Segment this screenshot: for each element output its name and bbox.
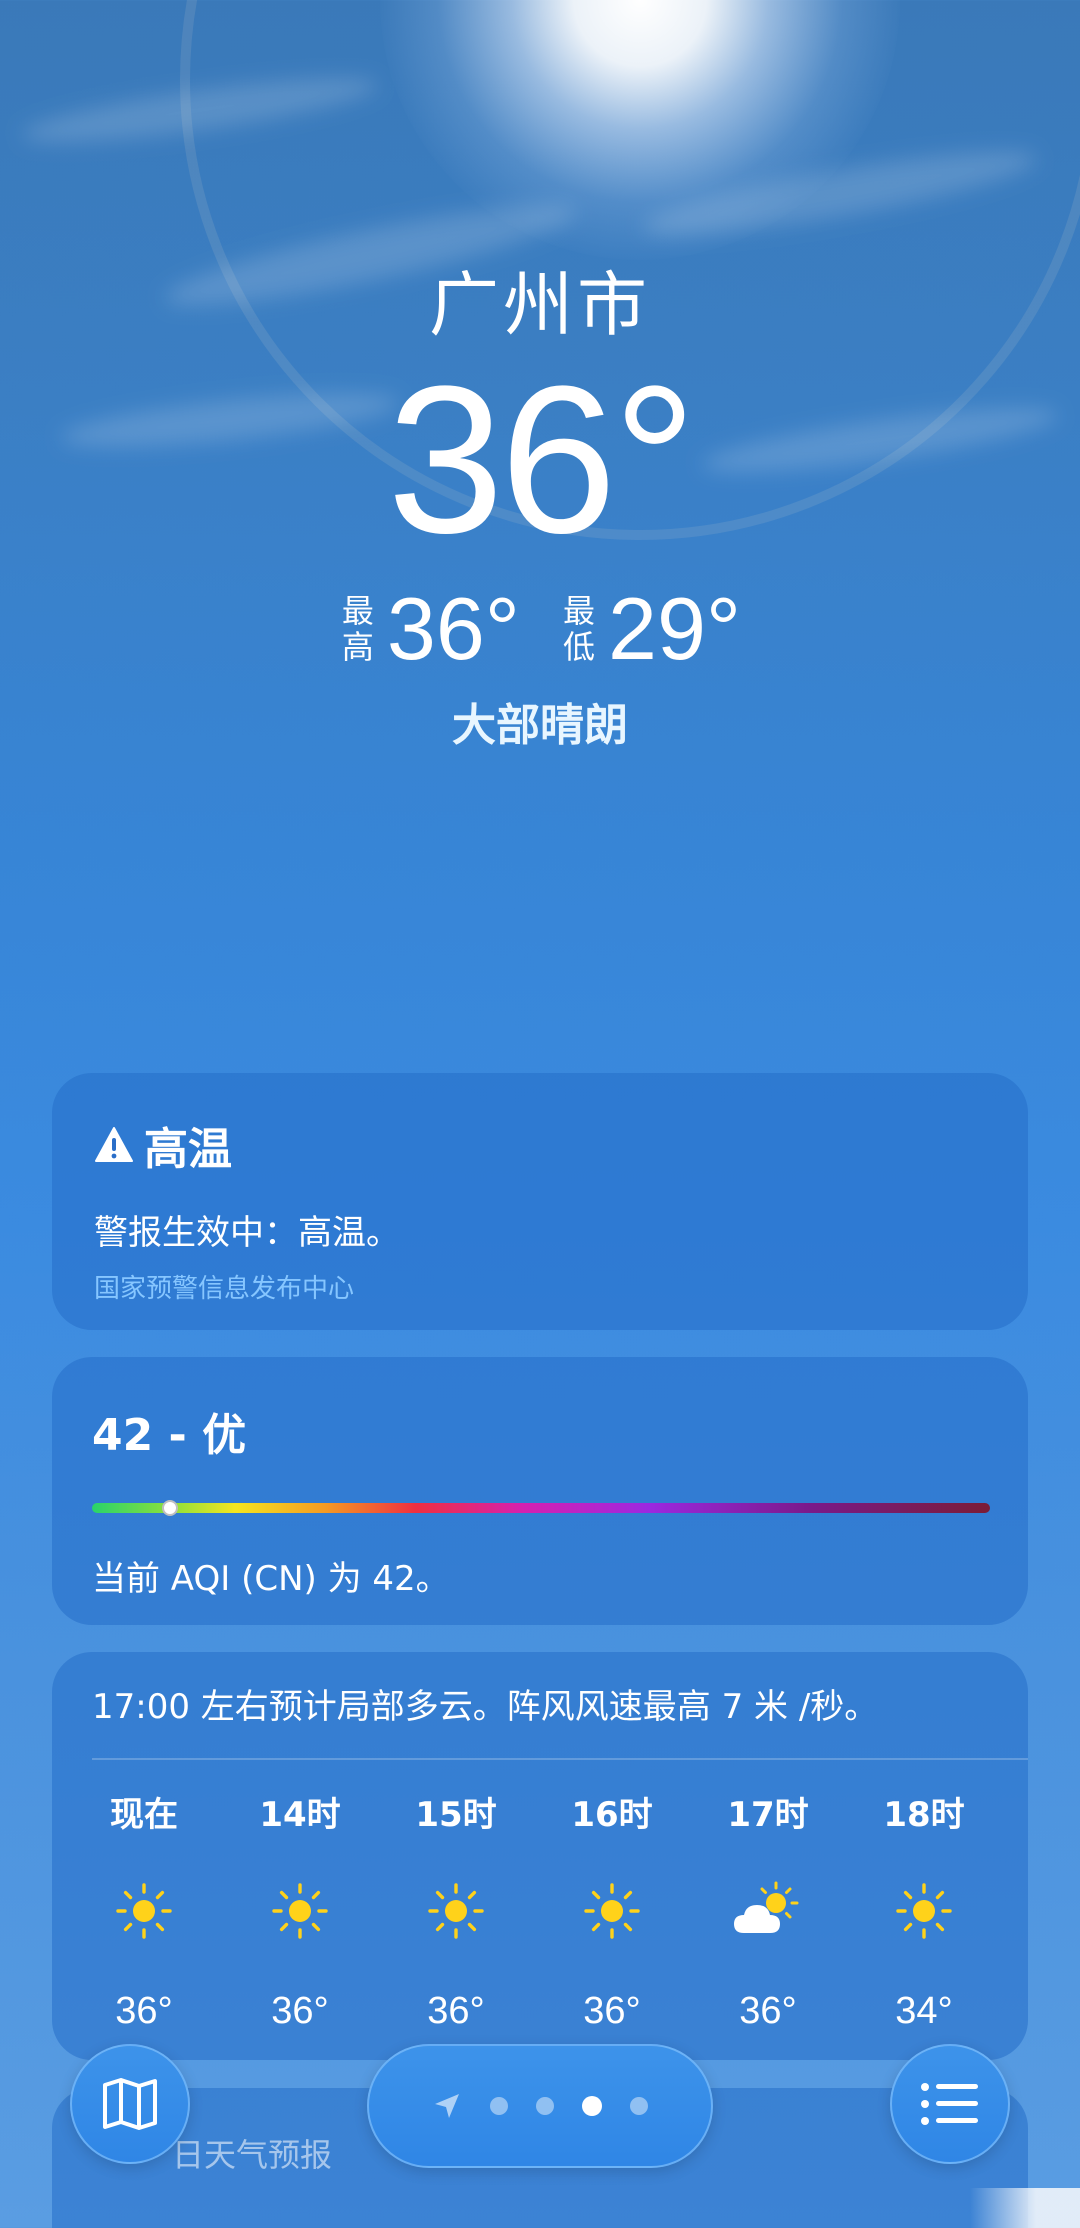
hourly-forecast-card[interactable]: 17:00 左右预计局部多云。阵风风速最高 7 米 /秒。 现在 36° 14时 …	[52, 1652, 1028, 2060]
partly-cloudy-icon	[690, 1876, 846, 1946]
hour-temperature: 36°	[739, 1990, 797, 2032]
sun-icon	[534, 1876, 690, 1946]
hour-temperature: 36°	[115, 1990, 173, 2032]
hour-temperature: 34°	[895, 1990, 953, 2032]
weather-condition: 大部晴朗	[452, 700, 628, 751]
hour-time: 14时	[259, 1795, 341, 1835]
aqi-value: 42 - 优	[92, 1410, 247, 1461]
page-dot[interactable]	[630, 2097, 648, 2115]
high-label: 最高	[341, 592, 374, 666]
weather-alert-card[interactable]: 高温 警报生效中：高温。 国家预警信息发布中心	[52, 1073, 1028, 1330]
low-label: 最低	[562, 592, 595, 666]
map-button[interactable]	[70, 2044, 190, 2164]
sun-icon	[66, 1876, 222, 1946]
aqi-indicator	[162, 1500, 179, 1516]
list-icon	[921, 2083, 978, 2125]
city-list-button[interactable]	[890, 2044, 1010, 2164]
divider	[92, 1758, 1028, 1760]
hour-time: 17时	[727, 1795, 809, 1835]
map-icon	[103, 2078, 157, 2130]
aqi-scale-bar	[92, 1500, 990, 1516]
page-dot[interactable]	[536, 2097, 554, 2115]
sun-icon	[378, 1876, 534, 1946]
alert-title-row: 高温	[94, 1113, 986, 1177]
high-low-row: 最高 36° 最低 29°	[0, 581, 1080, 677]
hour-temperature: 36°	[583, 1990, 641, 2032]
hourly-item: 15时 36°	[378, 1790, 534, 2033]
hour-temperature: 36°	[427, 1990, 485, 2032]
hour-temperature: 3	[1002, 1990, 1028, 2033]
hour-time: 16时	[571, 1795, 653, 1835]
hourly-item: 18时 34°	[846, 1790, 1002, 2033]
sun-icon	[846, 1876, 1002, 1946]
page-dots	[490, 2096, 648, 2116]
aqi-description: 当前 AQI (CN) 为 42。	[92, 1559, 450, 1599]
warning-triangle-icon	[95, 1127, 133, 1162]
page-indicator[interactable]	[367, 2044, 713, 2168]
alert-source[interactable]: 国家预警信息发布中心	[94, 1268, 986, 1305]
corner-overlay	[970, 2188, 1080, 2228]
hourly-item: 17时 36°	[690, 1790, 846, 2033]
air-quality-card[interactable]: 42 - 优 当前 AQI (CN) 为 42。	[52, 1357, 1028, 1625]
hourly-item: 14时 36°	[222, 1790, 378, 2033]
city-name: 广州市	[429, 264, 651, 346]
high-temperature: 36°	[386, 579, 520, 678]
alert-text: 警报生效中：高温。	[94, 1213, 400, 1253]
weather-header: 广州市 36° 最高 36° 最低 29° 大部晴朗	[0, 255, 1080, 753]
hour-time: 现在	[110, 1795, 178, 1835]
alert-title: 高温	[144, 1124, 232, 1175]
page-dot[interactable]	[582, 2096, 602, 2116]
location-arrow-icon[interactable]	[432, 2091, 462, 2121]
hour-time: 15时	[415, 1795, 497, 1835]
hourly-item: 现在 36°	[66, 1790, 222, 2033]
sun-icon	[1002, 1876, 1028, 1946]
hour-temperature: 36°	[271, 1990, 329, 2032]
low-temperature: 29°	[608, 579, 742, 678]
current-temperature: 36°	[387, 342, 697, 577]
page-dot[interactable]	[490, 2097, 508, 2115]
hourly-item: 16时 36°	[534, 1790, 690, 2033]
sun-icon	[222, 1876, 378, 1946]
hourly-summary: 17:00 左右预计局部多云。阵风风速最高 7 米 /秒。	[92, 1687, 879, 1727]
hour-time: 19时	[1002, 1790, 1028, 1840]
hourly-item: 19时 3	[1002, 1790, 1028, 2033]
hourly-list[interactable]: 现在 36° 14时 36° 15时 36° 16时 36° 17时 36° 18时	[66, 1790, 1028, 2033]
hour-time: 18时	[883, 1795, 965, 1835]
